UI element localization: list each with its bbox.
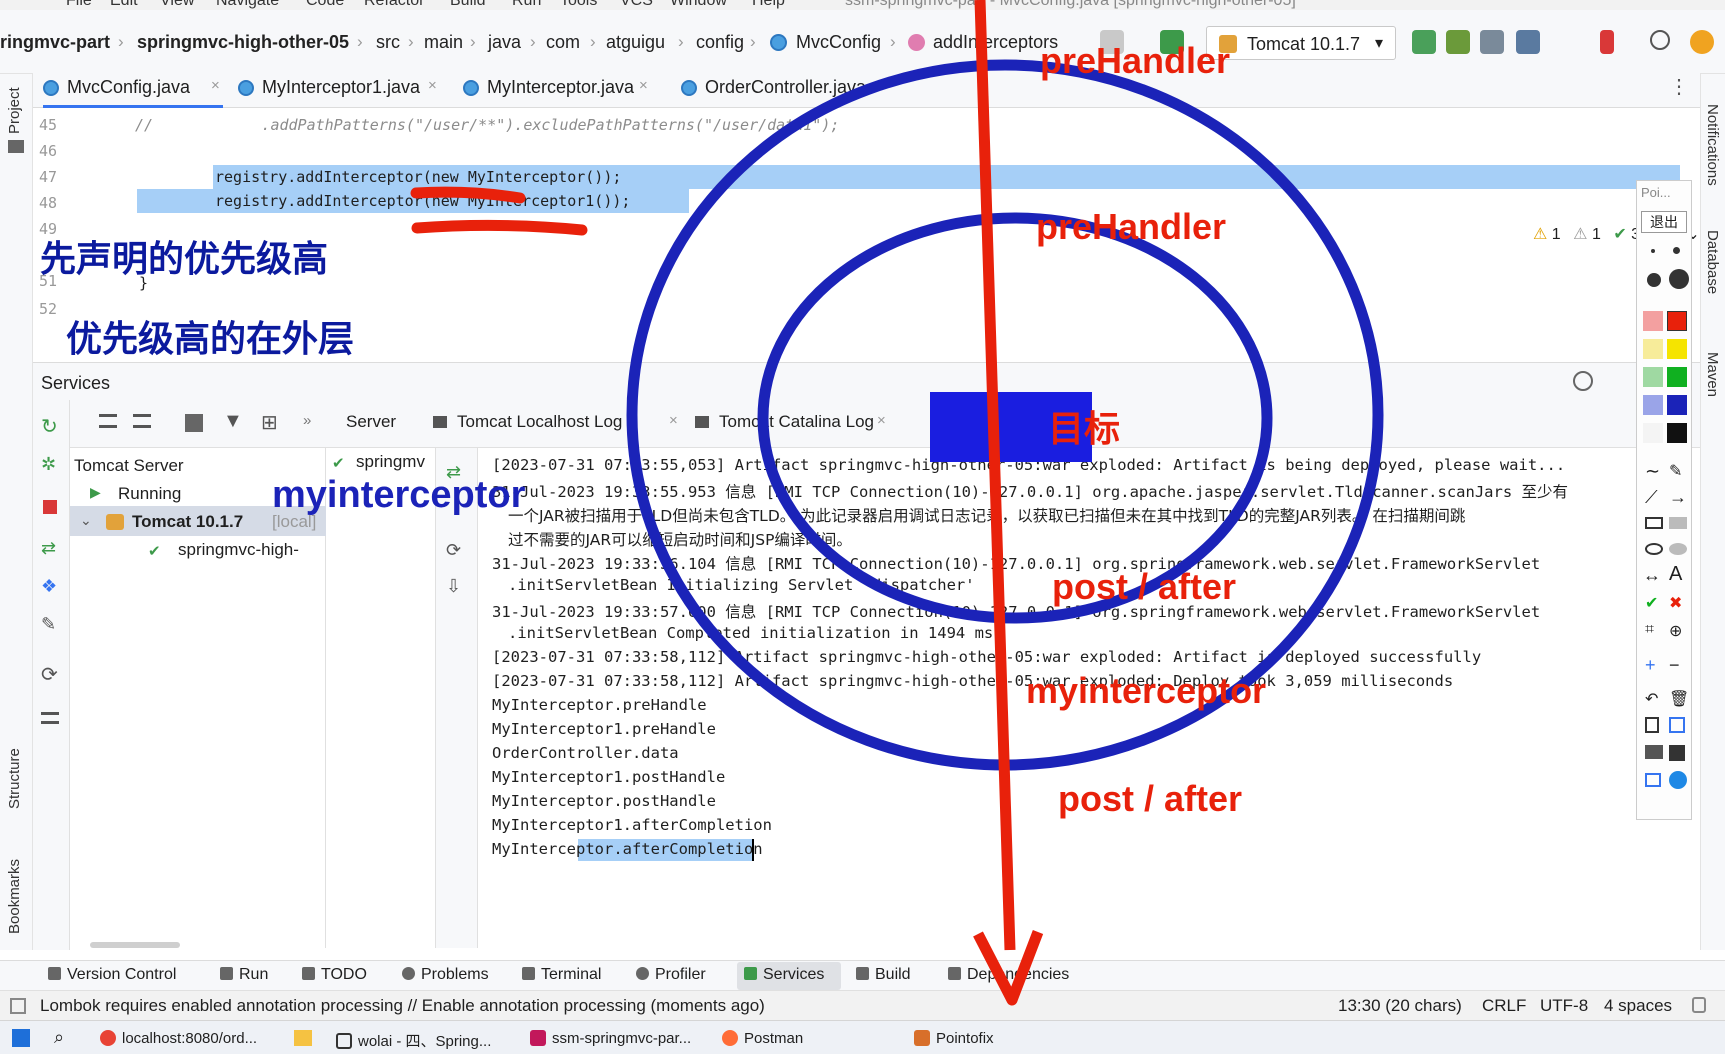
target-label: 目标 <box>1048 408 1121 449</box>
outer-prehandler-label: preHandler <box>1040 40 1231 81</box>
priority-annotation: 先声明的优先级高 <box>40 239 329 280</box>
annotation-overlay <box>410 0 1384 1006</box>
outer-post-label: post / after <box>1058 778 1243 819</box>
inner-post-label: post / after <box>1052 566 1237 607</box>
underline-strokes <box>410 186 588 236</box>
inner-prehandler-label: preHandler <box>1036 206 1227 247</box>
outer-layer-annotation: 优先级高的在外层 <box>66 319 355 360</box>
flow-arrow-shaft <box>974 0 1016 951</box>
inner-interceptor-label: myinterceptor <box>1026 670 1267 711</box>
outer-interceptor-label: myinterceptor <box>272 474 526 516</box>
